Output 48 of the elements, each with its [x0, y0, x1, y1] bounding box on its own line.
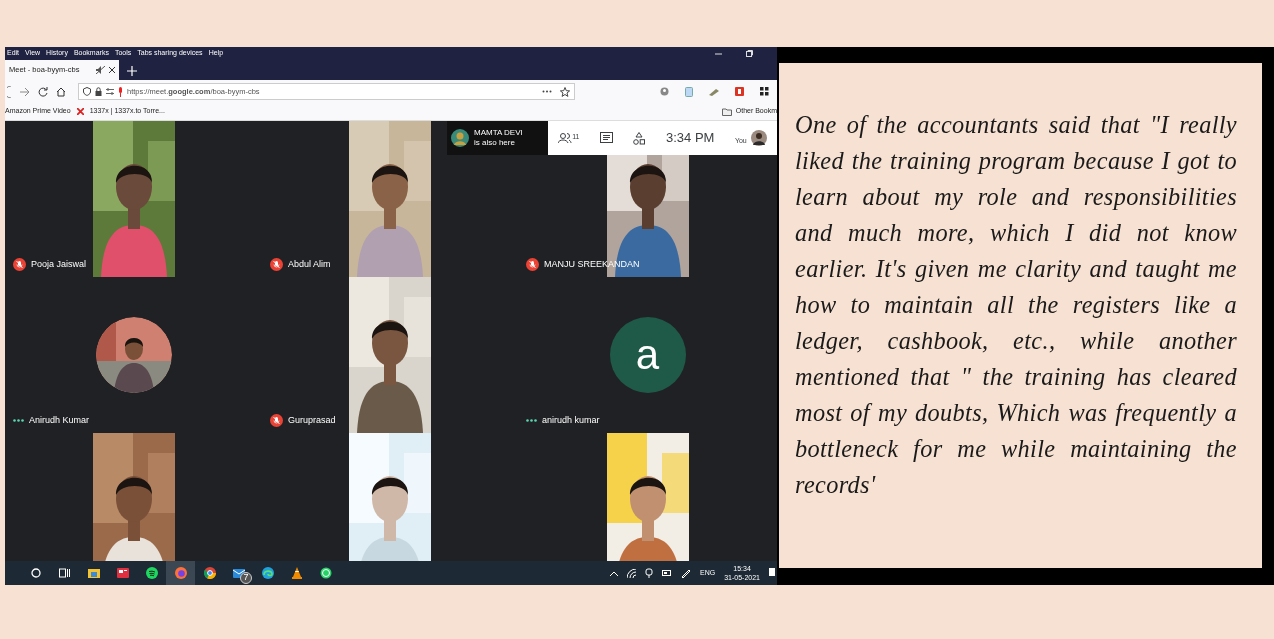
battery-icon[interactable] — [662, 570, 672, 576]
mute-icon[interactable] — [96, 66, 105, 74]
traffic-cone-icon[interactable] — [291, 567, 302, 579]
task-view-icon[interactable] — [59, 568, 70, 578]
restore-icon[interactable] — [746, 50, 753, 57]
forward-icon[interactable] — [20, 86, 30, 97]
search-icon[interactable] — [30, 568, 41, 578]
more-icon[interactable] — [542, 90, 552, 93]
notice-text: is also here — [474, 138, 516, 148]
meeting-time: 3:34 PM — [665, 129, 715, 148]
permissions-icon[interactable] — [106, 88, 114, 95]
quote-text: One of the accountants said that "I really liked the training program because I got to learn about my role and responsibilities and much more, which I did not know earlier. It's given me clarity and taught me how to maintain all the registers like a ledger, cashbook, etc., while another mentioned that " the training has cleared most of my doubts, Which was frequently a bottleneck for me while maintaining the records' — [795, 110, 1237, 500]
apps-icon[interactable] — [760, 87, 769, 96]
star-icon[interactable] — [560, 86, 570, 97]
caret-icon[interactable] — [610, 570, 618, 576]
cross-icon[interactable] — [76, 108, 84, 115]
new-tab-icon[interactable] — [127, 66, 137, 76]
folder-icon — [721, 107, 732, 116]
chat-app-icon[interactable] — [319, 567, 332, 579]
participant-name: anirudh kumar — [542, 413, 600, 427]
folder-icon[interactable] — [87, 568, 100, 578]
participant-name: Anirudh Kumar — [29, 413, 90, 427]
reload-icon[interactable] — [38, 86, 48, 97]
microphone-icon[interactable] — [118, 86, 123, 97]
chat-icon[interactable] — [600, 132, 613, 144]
browser-icon[interactable] — [261, 567, 274, 579]
wifi-icon[interactable] — [627, 568, 636, 578]
shield-icon[interactable] — [83, 87, 91, 96]
news-icon[interactable] — [116, 568, 129, 578]
participant-name: Pooja Jaiswal — [31, 257, 87, 271]
people-icon[interactable] — [558, 132, 573, 144]
music-app-icon[interactable] — [145, 567, 158, 579]
account-icon[interactable] — [660, 87, 669, 96]
avatar-icon[interactable] — [750, 130, 767, 146]
avatar-icon — [451, 129, 469, 147]
participant-name: MANJU SREEKANDAN — [544, 257, 640, 271]
home-icon[interactable] — [56, 86, 66, 97]
close-icon[interactable] — [109, 67, 115, 73]
notice-name: MAMTA DEVI — [474, 128, 523, 138]
notification-badge: 7 — [240, 572, 252, 584]
pen-icon[interactable] — [681, 568, 691, 578]
activities-icon[interactable] — [633, 131, 646, 145]
participant-name: Guruprasad — [288, 413, 336, 427]
browser-icon[interactable] — [203, 567, 216, 579]
participant-name: Abdul Alim — [288, 257, 331, 271]
minimize-icon[interactable] — [715, 50, 722, 57]
participant-avatar: a — [609, 317, 686, 393]
lock-icon[interactable] — [95, 87, 102, 96]
